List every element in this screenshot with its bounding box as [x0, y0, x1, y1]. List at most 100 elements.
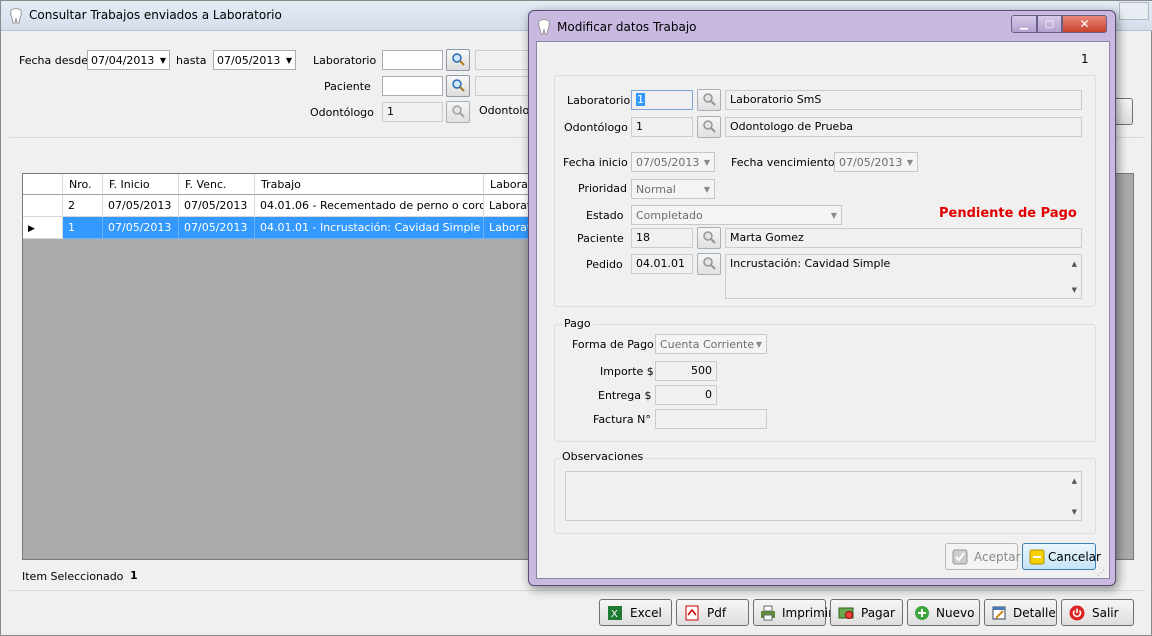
paciente-id-field: 18 — [631, 228, 693, 248]
cell-laboratorio: Laboratorio SmS — [484, 195, 534, 217]
estado-select[interactable]: Completado ▼ — [631, 205, 842, 225]
minimize-button[interactable]: ▁ — [1011, 15, 1037, 33]
cancelar-button[interactable]: Cancelar — [1022, 543, 1101, 570]
odontologo-filter-input: 1 — [382, 102, 443, 122]
salir-button[interactable]: Salir — [1061, 599, 1134, 626]
cell-nro: 2 — [63, 195, 103, 217]
pendiente-pago-message: Pendiente de Pago — [939, 206, 1077, 221]
paciente-filter-input[interactable] — [382, 76, 443, 96]
prioridad-value: Normal — [636, 182, 676, 196]
scroll-up-icon[interactable]: ▲ — [1072, 477, 1077, 485]
chevron-down-icon: ▼ — [703, 157, 710, 167]
main-close-button[interactable] — [1119, 2, 1149, 20]
forma-pago-select[interactable]: Cuenta Corriente ▼ — [655, 334, 767, 354]
table-row[interactable]: 2 07/05/2013 07/05/2013 04.01.06 - Recem… — [23, 195, 534, 217]
column-header-nro[interactable]: Nro. — [63, 174, 103, 195]
entrega-field[interactable]: 0 — [655, 385, 717, 405]
close-icon: ✕ — [1079, 17, 1090, 31]
paciente-name-field: Marta Gomez — [725, 228, 1082, 248]
laboratorio-search-button[interactable] — [697, 89, 721, 111]
fecha-inicio-picker[interactable]: 07/05/2013 ▼ — [631, 152, 715, 172]
buscar-button[interactable] — [1113, 98, 1133, 125]
laboratorio-filter-input[interactable] — [382, 50, 443, 70]
observaciones-textarea[interactable]: ▲ ▼ — [565, 471, 1082, 521]
excel-icon: X — [606, 604, 624, 622]
cell-venc: 07/05/2013 — [179, 217, 255, 239]
grid-corner — [23, 174, 63, 195]
column-header-trabajo[interactable]: Trabajo — [255, 174, 484, 195]
fecha-desde-value: 07/04/2013 — [91, 53, 155, 67]
dialog-title: Modificar datos Trabajo — [557, 20, 697, 34]
row-pointer-icon: ▶ — [28, 224, 35, 234]
odontologo-filter-label: Odontólogo — [310, 106, 374, 119]
minimize-icon: ▁ — [1020, 18, 1028, 30]
aceptar-button[interactable]: Aceptar — [945, 543, 1021, 570]
chevron-down-icon: ▼ — [285, 55, 292, 65]
paciente-filter-label: Paciente — [324, 80, 371, 93]
laboratorio-name-field: Laboratorio SmS — [725, 90, 1082, 110]
fecha-desde-picker[interactable]: 07/04/2013 ▼ — [87, 50, 170, 70]
scroll-up-icon[interactable]: ▲ — [1072, 260, 1077, 268]
pago-group-label: Pago — [562, 317, 593, 330]
maximize-button[interactable]: ▢ — [1037, 15, 1062, 33]
laboratorio-filter-label: Laboratorio — [313, 54, 377, 67]
cancel-icon — [1029, 548, 1045, 566]
printer-icon — [760, 604, 776, 622]
search-icon — [702, 256, 716, 273]
edit-document-icon — [991, 604, 1007, 622]
cell-inicio: 07/05/2013 — [103, 195, 179, 217]
pedido-search-button[interactable] — [697, 253, 721, 275]
row-header[interactable] — [23, 195, 63, 217]
table-row-selected[interactable]: ▶ 1 07/05/2013 07/05/2013 04.01.01 - Inc… — [23, 217, 534, 239]
check-icon — [952, 548, 968, 566]
odontologo-search-button[interactable] — [446, 101, 470, 123]
nuevo-button-label: Nuevo — [936, 605, 975, 620]
odontologo-search-button[interactable] — [697, 116, 721, 138]
forma-pago-value: Cuenta Corriente — [660, 337, 755, 351]
column-header-venc[interactable]: F. Venc. — [179, 174, 255, 195]
prioridad-select[interactable]: Normal ▼ — [631, 179, 715, 199]
column-header-inicio[interactable]: F. Inicio — [103, 174, 179, 195]
column-header-laboratorio[interactable]: Laboratorio — [484, 174, 553, 195]
scroll-down-icon[interactable]: ▼ — [1072, 508, 1077, 516]
imprimir-button[interactable]: Imprimir — [753, 599, 833, 626]
chevron-down-icon: ▼ — [906, 157, 913, 167]
power-icon — [1068, 604, 1086, 622]
pedido-description-value: Incrustación: Cavidad Simple — [730, 257, 891, 270]
hasta-picker[interactable]: 07/05/2013 ▼ — [213, 50, 296, 70]
paciente-search-button[interactable] — [446, 75, 470, 97]
close-button[interactable]: ✕ — [1062, 15, 1107, 33]
item-seleccionado-label: Item Seleccionado — [22, 570, 124, 583]
search-icon — [702, 92, 716, 109]
tooth-icon — [537, 19, 551, 35]
scroll-down-icon[interactable]: ▼ — [1072, 286, 1077, 294]
resize-grip-icon[interactable]: ⋰ — [1097, 568, 1105, 577]
detalle-button[interactable]: Detalle — [984, 599, 1057, 626]
importe-field[interactable]: 500 — [655, 361, 717, 381]
nuevo-button[interactable]: Nuevo — [907, 599, 980, 626]
excel-button[interactable]: X Excel — [599, 599, 672, 626]
paciente-search-button[interactable] — [697, 227, 721, 249]
laboratorio-id-field[interactable]: 1 — [631, 90, 693, 110]
observaciones-group-label: Observaciones — [560, 450, 646, 463]
chevron-down-icon: ▼ — [159, 55, 166, 65]
salir-button-label: Salir — [1092, 605, 1119, 620]
laboratorio-id-value: 1 — [636, 93, 645, 106]
pagar-button[interactable]: Pagar — [830, 599, 903, 626]
pedido-description-field[interactable]: Incrustación: Cavidad Simple ▲ ▼ — [725, 254, 1082, 299]
factura-field[interactable] — [655, 409, 767, 429]
excel-button-label: Excel — [630, 605, 662, 620]
laboratorio-label: Laboratorio — [567, 94, 631, 107]
fecha-vencimiento-picker[interactable]: 07/05/2013 ▼ — [834, 152, 918, 172]
search-icon — [451, 104, 465, 121]
fecha-inicio-value: 07/05/2013 — [636, 155, 700, 169]
main-window-title: Consultar Trabajos enviados a Laboratori… — [29, 8, 282, 22]
pdf-button-label: Pdf — [707, 605, 727, 620]
cell-venc: 07/05/2013 — [179, 195, 255, 217]
cell-trabajo: 04.01.06 - Recementado de perno o corona — [255, 195, 484, 217]
laboratorio-search-button[interactable] — [446, 49, 470, 71]
pdf-button[interactable]: Pdf — [676, 599, 749, 626]
row-header[interactable]: ▶ — [23, 217, 63, 239]
cell-trabajo: 04.01.01 - Incrustación: Cavidad Simple — [255, 217, 484, 239]
fecha-inicio-label: Fecha inicio — [563, 156, 628, 169]
